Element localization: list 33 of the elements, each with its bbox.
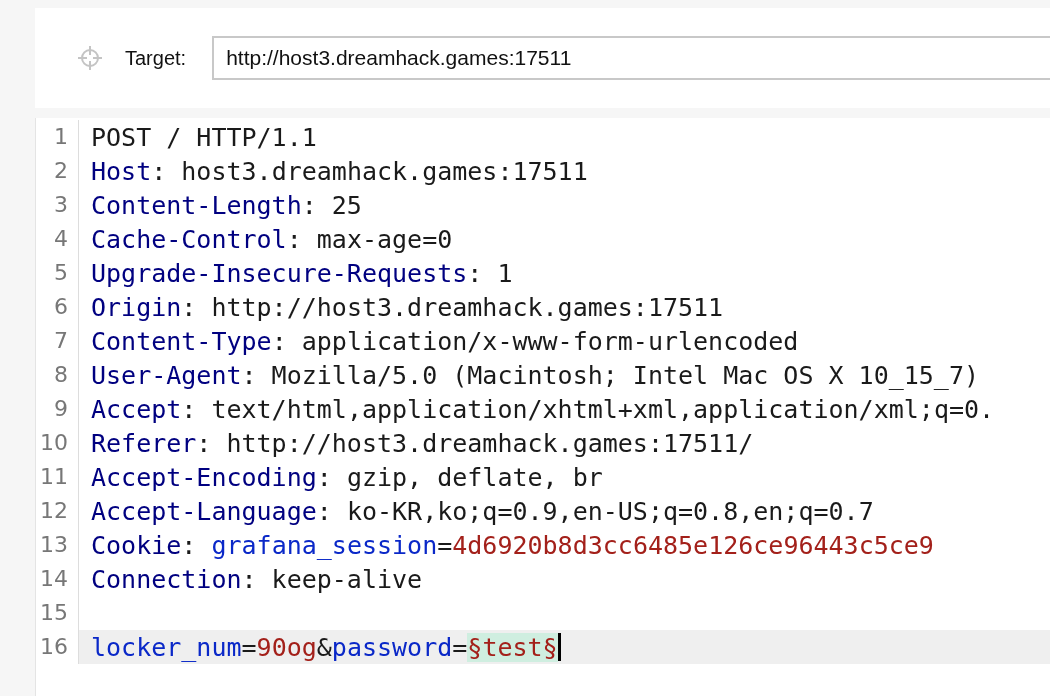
code-line[interactable]: User-Agent: Mozilla/5.0 (Macintosh; Intel Mac OS X 10_15_7) (79, 358, 1050, 392)
code-line[interactable]: Upgrade-Insecure-Requests: 1 (79, 256, 1050, 290)
line-number: 13 (36, 528, 79, 562)
line-number: 9 (36, 392, 79, 426)
line-number: 6 (36, 290, 79, 324)
code-line[interactable]: Host: host3.dreamhack.games:17511 (79, 154, 1050, 188)
line-number: 2 (36, 154, 79, 188)
line-number: 10 (36, 426, 79, 460)
line-number: 15 (36, 596, 79, 630)
line-number: 7 (36, 324, 79, 358)
code-line[interactable]: Cache-Control: max-age=0 (79, 222, 1050, 256)
crosshair-icon (77, 45, 103, 71)
line-number: 12 (36, 494, 79, 528)
target-label: Target: (125, 46, 187, 70)
code-line[interactable]: Accept-Encoding: gzip, deflate, br (79, 460, 1050, 494)
line-number: 14 (36, 562, 79, 596)
code-line[interactable]: Origin: http://host3.dreamhack.games:17511 (79, 290, 1050, 324)
code-line[interactable]: POST / HTTP/1.1 (79, 120, 1050, 154)
target-field[interactable]: http://host3.dreamhack.games:17511 (212, 36, 1050, 80)
line-number: 3 (36, 188, 79, 222)
line-number: 4 (36, 222, 79, 256)
line-number: 5 (36, 256, 79, 290)
code-line[interactable]: Accept-Language: ko-KR,ko;q=0.9,en-US;q=0.8,en;q=0.7 (79, 494, 1050, 528)
code-line[interactable]: Referer: http://host3.dreamhack.games:17511/ (79, 426, 1050, 460)
code-line[interactable]: Cookie: grafana_session=4d6920b8d3cc6485e126ce96443c5ce9 (79, 528, 1050, 562)
code-line[interactable]: Content-Type: application/x-www-form-urlencoded (79, 324, 1050, 358)
line-number: 11 (36, 460, 79, 494)
code-line[interactable]: Content-Length: 25 (79, 188, 1050, 222)
line-number: 8 (36, 358, 79, 392)
code-line[interactable]: Accept: text/html,application/xhtml+xml,application/xml;q=0. (79, 392, 1050, 426)
code-line[interactable]: Connection: keep-alive (79, 562, 1050, 596)
line-number: 1 (36, 120, 79, 154)
text-cursor (557, 633, 561, 661)
